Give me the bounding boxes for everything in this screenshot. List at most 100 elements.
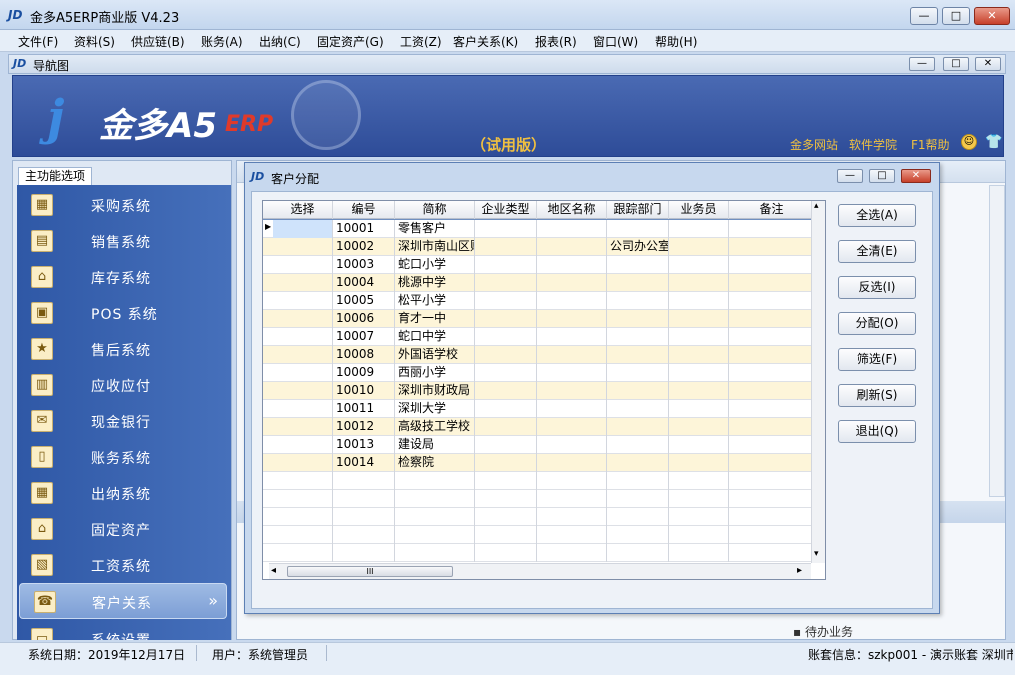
close-button[interactable]: ✕ [974,7,1010,25]
menu-reports[interactable]: 报表(R) [535,33,577,50]
cell-select[interactable] [273,472,333,490]
cell-select[interactable] [273,508,333,526]
assign-button[interactable]: 分配(O) [838,312,916,335]
cell-select[interactable] [273,238,333,256]
nav-close-button[interactable]: ✕ [975,57,1001,71]
scroll-down-icon[interactable]: ▾ [814,549,819,559]
filter-button[interactable]: 筛选(F) [838,348,916,371]
table-row[interactable]: 10011 深圳大学 [263,400,821,418]
sidebar-item-inventory[interactable]: ⌂ 库存系统 [17,259,231,295]
column-header-salesman[interactable]: 业务员 [669,201,729,219]
dialog-close-button[interactable]: ✕ [901,169,931,183]
dialog-minimize-button[interactable]: — [837,169,863,183]
column-header-name[interactable]: 简称 [395,201,475,219]
table-row[interactable]: 10012 高级技工学校 [263,418,821,436]
cell-select[interactable] [273,400,333,418]
cell-select[interactable] [273,328,333,346]
shirt-icon[interactable]: 👕 [985,134,1002,150]
cell-select[interactable] [273,490,333,508]
sidebar-item-purchase[interactable]: ▦ 采购系统 [17,187,231,223]
table-row[interactable]: 10002 深圳市南山区财 公司办公室 [263,238,821,256]
sidebar-item-cash-bank[interactable]: ✉ 现金银行 [17,403,231,439]
sidebar-item-settings[interactable]: ▭ 系统设置 [17,621,231,640]
table-row[interactable] [263,526,821,544]
sidebar-item-crm[interactable]: ☎ 客户关系 » [19,583,227,619]
website-link[interactable]: 金多网站 [790,136,838,153]
column-header-type[interactable]: 企业类型 [475,201,537,219]
grid-horizontal-scrollbar[interactable]: ◂ III ▸ [269,563,811,579]
cell-select[interactable] [273,310,333,328]
clear-all-button[interactable]: 全清(E) [838,240,916,263]
sidebar-item-payroll[interactable]: ▧ 工资系统 [17,547,231,583]
scroll-right-icon[interactable]: ▸ [797,565,802,576]
main-functions-tab[interactable]: 主功能选项 [18,167,92,185]
table-row[interactable]: 10006 育才一中 [263,310,821,328]
select-all-button[interactable]: 全选(A) [838,204,916,227]
cell-select[interactable] [273,346,333,364]
invert-selection-button[interactable]: 反选(I) [838,276,916,299]
cell-select[interactable] [273,382,333,400]
menu-help[interactable]: 帮助(H) [655,33,697,50]
cell-select[interactable] [273,526,333,544]
table-row[interactable]: 10014 检察院 [263,454,821,472]
column-header-select[interactable]: 选择 [273,201,333,219]
menu-file[interactable]: 文件(F) [18,33,58,50]
menu-supply-chain[interactable]: 供应链(B) [131,33,185,50]
table-row[interactable]: 10009 西丽小学 [263,364,821,382]
sidebar-item-sales[interactable]: ▤ 销售系统 [17,223,231,259]
menu-window[interactable]: 窗口(W) [593,33,638,50]
dialog-maximize-button[interactable]: □ [869,169,895,183]
cell-select[interactable] [273,256,333,274]
table-row[interactable]: 10003 蛇口小学 [263,256,821,274]
column-header-region[interactable]: 地区名称 [537,201,607,219]
cell-select[interactable] [273,544,333,562]
sidebar-item-cashier[interactable]: ▦ 出纳系统 [17,475,231,511]
exit-button[interactable]: 退出(Q) [838,420,916,443]
scroll-left-icon[interactable]: ◂ [271,565,276,576]
cell-select[interactable] [273,436,333,454]
cell-select[interactable] [273,418,333,436]
table-row[interactable]: 10005 松平小学 [263,292,821,310]
refresh-button[interactable]: 刷新(S) [838,384,916,407]
menu-data[interactable]: 资料(S) [74,33,115,50]
academy-link[interactable]: 软件学院 [849,136,897,153]
column-header-code[interactable]: 编号 [333,201,395,219]
sidebar-item-fixed-assets[interactable]: ⌂ 固定资产 [17,511,231,547]
table-row[interactable] [263,490,821,508]
hscroll-thumb[interactable]: III [287,566,453,577]
column-header-dept[interactable]: 跟踪部门 [607,201,669,219]
nav-minimize-button[interactable]: — [909,57,935,71]
sidebar-item-receivable-payable[interactable]: ▥ 应收应付 [17,367,231,403]
cell-select[interactable] [273,292,333,310]
cell-select[interactable] [273,454,333,472]
menu-crm[interactable]: 客户关系(K) [453,33,518,50]
sidebar-item-accounting[interactable]: ▯ 账务系统 [17,439,231,475]
cell-select[interactable] [273,274,333,292]
scroll-up-icon[interactable]: ▴ [814,201,819,211]
maximize-button[interactable]: □ [942,7,970,25]
grid-vertical-scrollbar[interactable]: ▴ ▾ [811,201,825,563]
nav-maximize-button[interactable]: □ [943,57,969,71]
table-row[interactable]: 10008 外国语学校 [263,346,821,364]
cell-select[interactable] [273,220,333,238]
table-row[interactable]: 10004 桃源中学 [263,274,821,292]
minimize-button[interactable]: — [910,7,938,25]
todo-section-label[interactable]: ▪ 待办业务 [793,623,853,640]
table-row[interactable] [263,472,821,490]
menu-accounting[interactable]: 账务(A) [201,33,243,50]
table-row[interactable] [263,544,821,562]
menu-payroll[interactable]: 工资(Z) [400,33,442,50]
help-link[interactable]: F1帮助 [911,136,950,153]
table-row[interactable]: 10007 蛇口中学 [263,328,821,346]
sidebar-item-after-sales[interactable]: ★ 售后系统 [17,331,231,367]
table-row[interactable]: 10001 零售客户 [263,219,821,239]
table-row[interactable] [263,508,821,526]
table-row[interactable]: 10010 深圳市财政局 [263,382,821,400]
smile-icon[interactable]: ☺ [961,134,977,150]
workspace-scrollbar[interactable] [989,185,1005,497]
sidebar-item-pos[interactable]: ▣ POS 系统 [17,295,231,331]
cell-select[interactable] [273,364,333,382]
column-header-remark[interactable]: 备注 [729,201,815,219]
menu-cashier[interactable]: 出纳(C) [259,33,301,50]
table-row[interactable]: 10013 建设局 [263,436,821,454]
